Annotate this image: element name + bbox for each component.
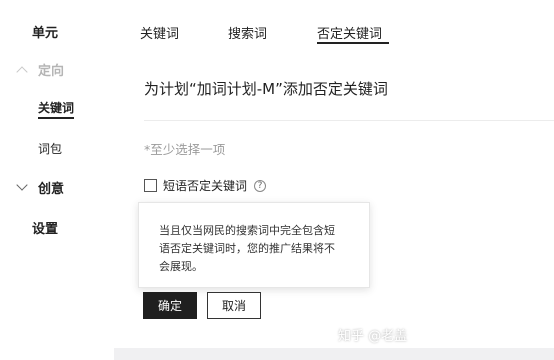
sidebar-item-unit[interactable]: 单元 — [32, 22, 58, 41]
required-hint: *至少选择一项 — [144, 142, 226, 157]
help-tooltip: 当且仅当网民的搜索词中完全包含短 语否定关键词时，您的推广结果将不 会展现。 — [138, 202, 370, 288]
cancel-button[interactable]: 取消 — [207, 292, 261, 319]
tooltip-line: 语否定关键词时，您的推广结果将不 — [159, 242, 335, 255]
main-panel: 关键词 搜索词 否定关键词 为计划“加词计划-M”添加否定关键词 *至少选择一项… — [114, 0, 554, 348]
page-title: 为计划“加词计划-M”添加否定关键词 — [144, 80, 388, 98]
sidebar-item-creative[interactable]: 创意 — [38, 178, 64, 197]
sidebar-item-keywords[interactable]: 关键词 — [38, 99, 74, 116]
sidebar: 单元 定向 关键词 词包 创意 设置 — [0, 0, 114, 360]
sidebar-item-settings[interactable]: 设置 — [32, 218, 58, 237]
tab-keywords[interactable]: 关键词 — [140, 23, 179, 42]
tooltip-line: 当且仅当网民的搜索词中完全包含短 — [159, 224, 335, 237]
help-icon[interactable]: ? — [254, 179, 267, 192]
divider — [144, 120, 554, 121]
sidebar-item-targeting[interactable]: 定向 — [38, 60, 64, 79]
tab-bar: 关键词 搜索词 否定关键词 — [114, 0, 554, 46]
tab-negative-keywords[interactable]: 否定关键词 — [317, 23, 382, 42]
confirm-button[interactable]: 确定 — [143, 292, 197, 319]
sidebar-active-indicator — [38, 117, 74, 119]
phrase-negative-checkbox[interactable] — [144, 179, 157, 192]
chevron-up-icon — [16, 66, 28, 78]
watermark: 知乎 @老盖 — [338, 329, 408, 344]
bottom-strip — [114, 348, 554, 360]
tab-active-indicator — [317, 42, 389, 44]
sidebar-item-word-pack[interactable]: 词包 — [38, 140, 62, 157]
phrase-negative-option: 短语否定关键词 ? — [144, 177, 267, 194]
tab-search-terms[interactable]: 搜索词 — [228, 23, 267, 42]
phrase-negative-label[interactable]: 短语否定关键词 — [163, 177, 247, 194]
tooltip-line: 会展现。 — [159, 260, 203, 273]
chevron-down-icon — [16, 179, 28, 191]
